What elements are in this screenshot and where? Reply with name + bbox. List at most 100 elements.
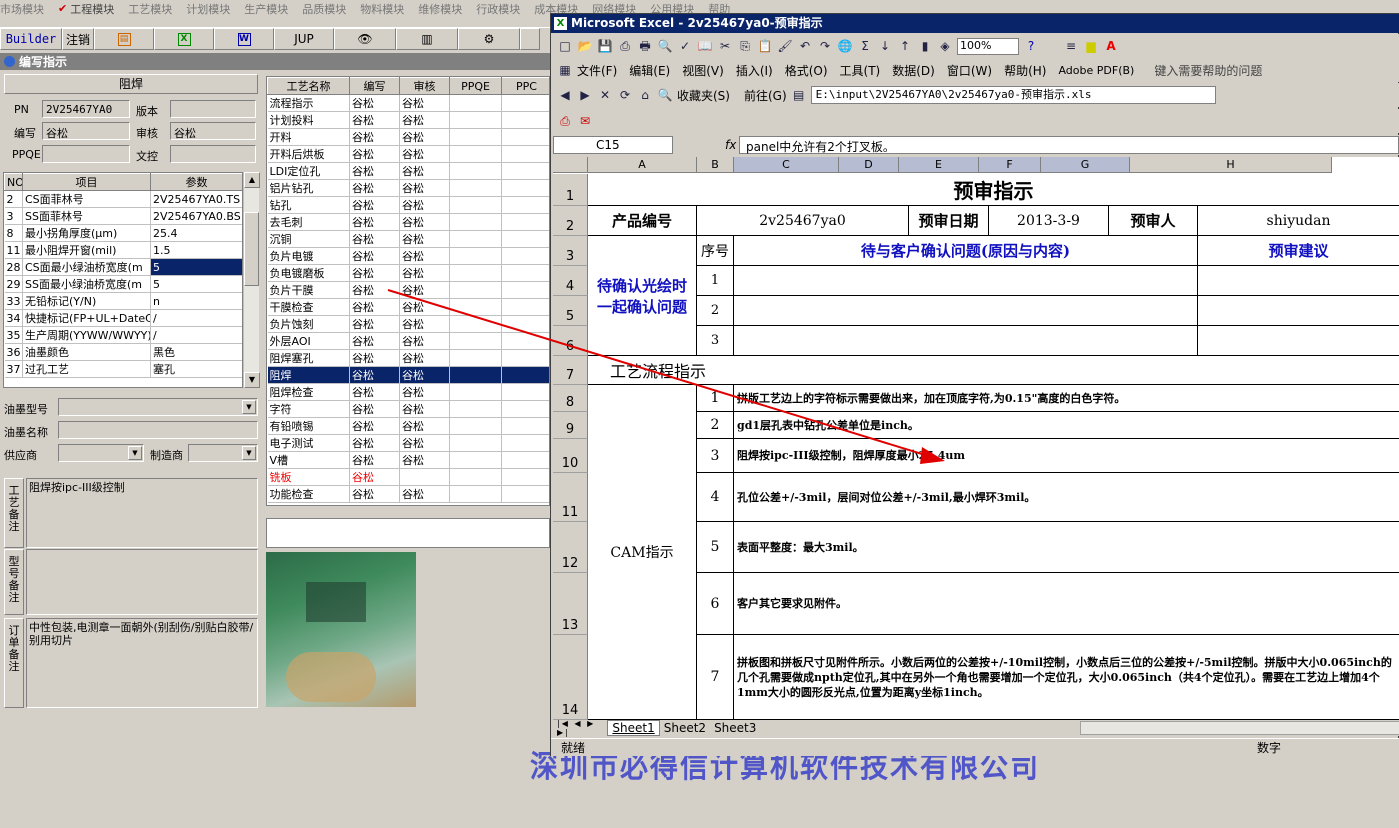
fx-label[interactable]: fx (725, 138, 736, 152)
step-author[interactable]: 谷松 (349, 213, 400, 231)
step-row[interactable]: 铣板 谷松 (267, 468, 549, 486)
chevron-down-icon[interactable]: ▼ (128, 446, 142, 460)
step-row[interactable]: 干膜检查 谷松 谷松 (267, 298, 549, 316)
step-review[interactable]: 谷松 (399, 434, 450, 452)
step-author[interactable]: 谷松 (349, 400, 400, 418)
param-row[interactable]: 34 快捷标记(FP+UL+DateCo / (4, 309, 242, 327)
step-ppc[interactable] (501, 383, 549, 401)
step-name[interactable]: 负片蚀刻 (267, 315, 350, 333)
cam-no[interactable]: 4 (697, 473, 734, 522)
step-ppqe[interactable] (449, 298, 502, 316)
step-name[interactable]: 功能检查 (267, 485, 350, 503)
pdf-convert-icon[interactable]: ⎙ (557, 113, 573, 129)
row-header[interactable]: 7 (553, 356, 588, 385)
step-author[interactable]: 谷松 (349, 366, 400, 384)
step-author[interactable]: 谷松 (349, 264, 400, 282)
step-ppc[interactable] (501, 468, 549, 486)
step-name[interactable]: 阻焊 (267, 366, 350, 384)
step-ppc[interactable] (501, 264, 549, 282)
step-author[interactable]: 谷松 (349, 383, 400, 401)
excel-icon[interactable]: X (154, 28, 214, 50)
step-row[interactable]: 阻焊 谷松 谷松 (267, 366, 549, 384)
step-author[interactable]: 谷松 (349, 485, 400, 503)
cam-no[interactable]: 7 (697, 635, 734, 720)
pdf-mail-icon[interactable]: ✉ (577, 113, 593, 129)
step-author[interactable]: 谷松 (349, 247, 400, 265)
step-ppc[interactable] (501, 315, 549, 333)
cam-text[interactable]: 拼板图和拼板尺寸见附件所示。小数后两位的公差按+/-10mil控制，小数点后三位… (734, 635, 1399, 720)
param-value[interactable]: 25.4 (150, 224, 242, 242)
step-name[interactable]: LDI定位孔 (267, 162, 350, 180)
cam-text[interactable]: 表面平整度：最大3mil。 (734, 522, 1399, 573)
preview-icon[interactable]: 🔍 (657, 38, 673, 54)
home-icon[interactable]: ⌂ (637, 87, 653, 103)
step-review[interactable]: 谷松 (399, 162, 450, 180)
menu-material[interactable]: 物料模块 (360, 1, 404, 17)
step-row[interactable]: LDI定位孔 谷松 谷松 (267, 162, 549, 180)
step-ppqe[interactable] (449, 434, 502, 452)
search-web-icon[interactable]: 🔍 (657, 87, 673, 103)
step-review[interactable]: 谷松 (399, 196, 450, 214)
pending-label[interactable]: 待确认光绘时一起确认问题 (588, 236, 697, 356)
step-ppqe[interactable] (449, 281, 502, 299)
col-ppqe[interactable]: PPQE (449, 77, 502, 95)
cam-text[interactable]: 拼版工艺边上的字符标示需要做出来，加在顶底字符,为0.15"高度的白色字符。 (734, 385, 1399, 412)
favorites-button[interactable]: 收藏夹(S) (677, 87, 730, 104)
step-row[interactable]: 沉铜 谷松 谷松 (267, 230, 549, 248)
chevron-down-icon[interactable]: ▼ (242, 446, 256, 460)
scroll-thumb[interactable] (244, 212, 259, 286)
param-item[interactable]: SS面最小绿油桥宽度(m (22, 275, 151, 293)
col-item[interactable]: 项目 (22, 173, 151, 191)
step-row[interactable]: 去毛刺 谷松 谷松 (267, 213, 549, 231)
row-header[interactable]: 12 (553, 522, 588, 573)
menu-help[interactable]: 帮助(H) (1004, 62, 1046, 79)
step-author[interactable]: 谷松 (349, 179, 400, 197)
h-scrollbar[interactable] (1080, 721, 1399, 735)
param-no[interactable]: 37 (4, 360, 23, 378)
row-header[interactable]: 14 (553, 635, 588, 720)
supplier-select[interactable]: ▼ (58, 444, 144, 462)
cam-no[interactable]: 5 (697, 522, 734, 573)
param-no[interactable]: 34 (4, 309, 23, 327)
step-author[interactable]: 谷松 (349, 298, 400, 316)
menu-repair[interactable]: 维修模块 (418, 1, 462, 17)
step-name[interactable]: 沉铜 (267, 230, 350, 248)
row-header[interactable]: 11 (553, 473, 588, 522)
step-author[interactable]: 谷松 (349, 468, 400, 486)
row-header[interactable]: 8 (553, 385, 588, 412)
tab-sheet1[interactable]: Sheet1 (607, 720, 660, 736)
step-row[interactable]: 钻孔 谷松 谷松 (267, 196, 549, 214)
step-row[interactable]: 负片蚀刻 谷松 谷松 (267, 315, 549, 333)
worksheet[interactable]: ABCDEFGH 1 2 3 4 5 6 7 8 9 10 11 12 13 14 预审指示 产品编号 2… (553, 157, 1399, 720)
step-ppqe[interactable] (449, 485, 502, 503)
param-no[interactable]: 2 (4, 190, 23, 208)
param-no[interactable]: 28 (4, 258, 23, 276)
step-ppc[interactable] (501, 485, 549, 503)
reviewer-label[interactable]: 预审人 (1109, 206, 1198, 236)
param-row[interactable]: 37 过孔工艺 塞孔 (4, 360, 242, 378)
sheet-title[interactable]: 预审指示 (588, 174, 1399, 206)
step-row[interactable]: 阻焊塞孔 谷松 谷松 (267, 349, 549, 367)
seq-label[interactable]: 序号 (697, 236, 734, 266)
forward-icon[interactable]: ▶ (577, 87, 593, 103)
step-ppc[interactable] (501, 111, 549, 129)
spell-icon[interactable]: ✓ (677, 38, 693, 54)
step-review[interactable]: 谷松 (399, 383, 450, 401)
step-name[interactable]: 开料后烘板 (267, 145, 350, 163)
step-row[interactable]: 负电镀磨板 谷松 谷松 (267, 264, 549, 282)
step-row[interactable]: 外层AOI 谷松 谷松 (267, 332, 549, 350)
step-row[interactable]: 铝片钻孔 谷松 谷松 (267, 179, 549, 197)
model-note-text[interactable] (26, 549, 258, 615)
eye-icon[interactable]: 👁 (334, 28, 396, 50)
address-field[interactable]: E:\input\2V25467YA0\2v25467ya0-预审指示.xls (810, 86, 1216, 104)
step-ppqe[interactable] (449, 94, 502, 112)
menu-engineering[interactable]: 工程模块 (70, 1, 114, 17)
step-review[interactable]: 谷松 (399, 366, 450, 384)
step-author[interactable]: 谷松 (349, 451, 400, 469)
stop-icon[interactable]: ✕ (597, 87, 613, 103)
row-header[interactable]: 2 (553, 206, 588, 236)
step-ppqe[interactable] (449, 162, 502, 180)
param-no[interactable]: 33 (4, 292, 23, 310)
menu-format[interactable]: 格式(O) (785, 62, 828, 79)
suggest-1[interactable] (1198, 266, 1399, 296)
